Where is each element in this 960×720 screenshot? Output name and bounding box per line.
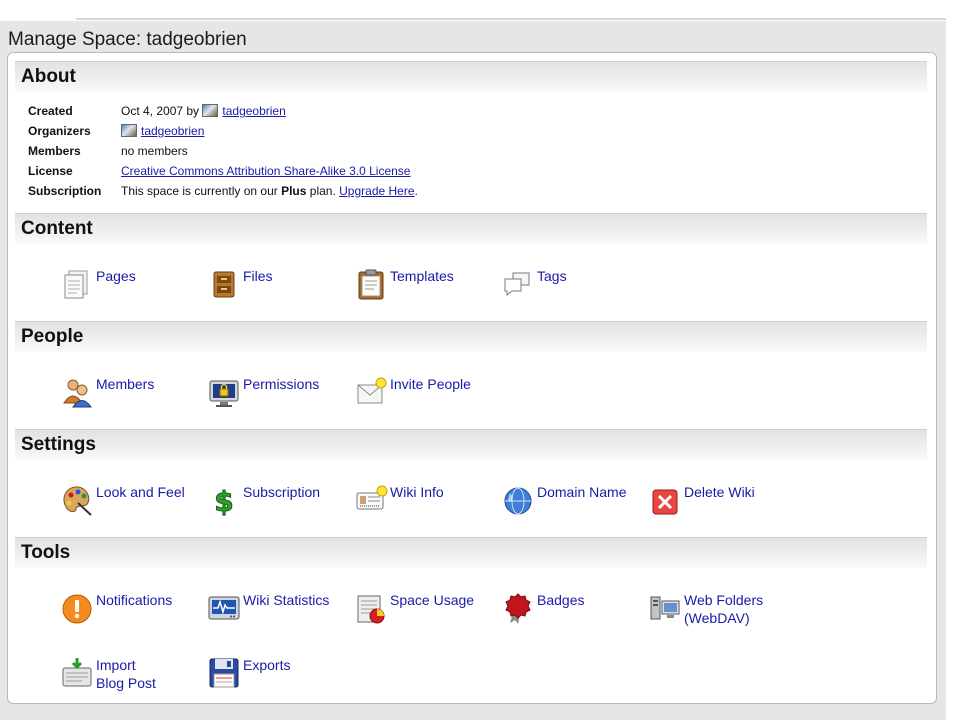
about-section-header: About (15, 61, 927, 92)
settings-item-delete-wiki[interactable]: Delete Wiki (648, 483, 793, 543)
tools-heading: Tools (21, 542, 71, 563)
content-item-templates[interactable]: Templates (354, 267, 499, 327)
delete-icon (652, 489, 678, 515)
statistics-icon (208, 596, 240, 620)
tags-icon (504, 272, 530, 297)
members-label: Members (28, 144, 81, 158)
dollar-icon: $ (214, 485, 234, 518)
content-heading: Content (21, 218, 93, 239)
badge-icon (505, 593, 531, 624)
people-item-members[interactable]: Members (60, 375, 205, 435)
organizer-user-link[interactable]: tadgeobrien (141, 124, 204, 138)
about-heading: About (21, 66, 76, 87)
tools-item-label: Space Usage (390, 592, 475, 608)
upgrade-link[interactable]: Upgrade Here (339, 184, 414, 198)
people-heading: People (21, 326, 84, 347)
subscription-prefix: This space is currently on our (121, 184, 278, 198)
tools-item-label: Exports (243, 657, 291, 673)
web-folders-icon (650, 596, 680, 620)
content-item-label: Templates (390, 268, 454, 284)
content-item-label: Pages (96, 268, 136, 284)
license-link[interactable]: Creative Commons Attribution Share-Alike… (121, 164, 410, 178)
import-icon (62, 658, 92, 687)
tools-item-label: Web Folders (WebDAV) (684, 592, 764, 626)
subscription-mid: plan. (309, 184, 336, 198)
tools-item-import-blog-post[interactable]: Import Blog Post (60, 656, 205, 716)
notification-icon (62, 594, 92, 624)
permissions-icon (209, 380, 239, 407)
settings-item-label: Wiki Info (390, 484, 444, 500)
members-value: no members (121, 144, 188, 158)
settings-section-header: Settings (15, 429, 927, 460)
content-item-pages[interactable]: Pages (60, 267, 205, 327)
created-date: Oct 4, 2007 by (121, 104, 200, 118)
content-item-label: Tags (537, 268, 567, 284)
tools-section-header: Tools (15, 537, 927, 568)
templates-icon (358, 269, 384, 300)
settings-heading: Settings (21, 434, 96, 455)
settings-item-wiki-info[interactable]: Wiki Info (354, 483, 499, 543)
content-item-tags[interactable]: Tags (501, 267, 646, 327)
content-item-files[interactable]: Files (207, 267, 352, 327)
settings-item-label: Domain Name (537, 484, 627, 500)
people-item-permissions[interactable]: Permissions (207, 375, 352, 435)
exports-icon (209, 658, 239, 688)
top-strip (0, 0, 960, 20)
people-item-label: Permissions (243, 376, 320, 392)
pages-icon (64, 270, 88, 299)
tools-item-notifications[interactable]: Notifications (60, 591, 205, 651)
page-title: Manage Space: tadgeobrien (8, 29, 247, 50)
tools-item-label: Notifications (96, 592, 173, 608)
manage-panel: About Created Oct 4, 2007 by tadgeobrien… (7, 52, 937, 704)
settings-item-label: Delete Wiki (684, 484, 755, 500)
content-item-label: Files (243, 268, 273, 284)
wiki-info-icon (356, 485, 388, 510)
license-label: License (28, 164, 73, 178)
people-item-label: Invite People (390, 376, 471, 392)
avatar (121, 124, 137, 137)
license-value: Creative Commons Attribution Share-Alike… (121, 164, 410, 178)
svg-text:$: $ (214, 485, 233, 517)
people-item-invite[interactable]: Invite People (354, 375, 499, 435)
content-section-header: Content (15, 213, 927, 244)
settings-item-look-and-feel[interactable]: Look and Feel (60, 483, 205, 543)
palette-icon (63, 486, 92, 516)
subscription-end: . (414, 184, 418, 198)
subscription-label: Subscription (28, 184, 102, 198)
files-icon (213, 271, 235, 298)
people-item-label: Members (96, 376, 155, 392)
manage-space-container: Manage Space: tadgeobrien About Created … (0, 21, 946, 720)
created-user-link[interactable]: tadgeobrien (222, 104, 285, 118)
created-value: Oct 4, 2007 by tadgeobrien (121, 104, 286, 118)
organizers-value: tadgeobrien (121, 124, 204, 138)
tools-item-wiki-statistics[interactable]: Wiki Statistics (207, 591, 352, 651)
people-section-header: People (15, 321, 927, 352)
space-usage-icon (357, 595, 385, 624)
tools-item-badges[interactable]: Badges (501, 591, 646, 651)
organizers-label: Organizers (28, 124, 91, 138)
invite-icon (357, 377, 387, 404)
settings-item-label: Look and Feel (96, 484, 185, 500)
settings-item-label: Subscription (243, 484, 321, 500)
members-icon (63, 379, 92, 408)
tools-item-space-usage[interactable]: Space Usage (354, 591, 499, 651)
top-divider (76, 18, 946, 20)
settings-item-domain-name[interactable]: Domain Name (501, 483, 646, 543)
avatar (202, 104, 219, 117)
tools-item-label: Badges (537, 592, 585, 608)
tools-item-web-folders[interactable]: Web Folders (WebDAV) (648, 591, 793, 651)
subscription-plan: Plus (281, 184, 307, 198)
tools-item-label: Wiki Statistics (243, 592, 330, 608)
subscription-value: This space is currently on our Plus plan… (121, 184, 418, 198)
tools-item-exports[interactable]: Exports (207, 656, 352, 716)
globe-icon (504, 487, 532, 515)
settings-item-subscription[interactable]: $ Subscription (207, 483, 352, 543)
created-label: Created (28, 104, 73, 118)
tools-item-label: Import Blog Post (96, 657, 156, 691)
